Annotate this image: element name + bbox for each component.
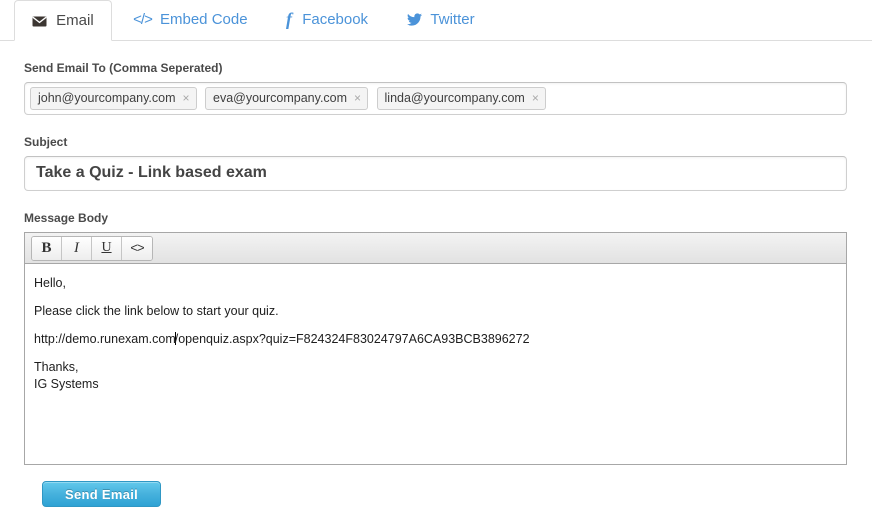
bold-button[interactable]: B	[32, 237, 62, 260]
tab-embed-code[interactable]: </> Embed Code	[116, 0, 264, 40]
message-body-label: Message Body	[24, 211, 109, 225]
format-button-group: B I U <>	[31, 236, 153, 261]
underline-button[interactable]: U	[92, 237, 122, 260]
send-email-button[interactable]: Send Email	[42, 481, 162, 507]
recipient-token[interactable]: eva@yourcompany.com ×	[205, 87, 369, 110]
tab-facebook[interactable]: f Facebook	[269, 0, 385, 40]
message-body-group: Message Body B I U <> Hello, Please click t…	[16, 211, 856, 465]
twitter-icon	[406, 13, 422, 26]
subject-field-box[interactable]: Take a Quiz - Link based exam	[24, 156, 847, 191]
recipient-token-label: eva@yourcompany.com	[213, 91, 348, 105]
source-button[interactable]: <>	[122, 237, 152, 260]
rich-text-editor: B I U <> Hello, Please click the link below…	[24, 232, 847, 465]
tab-twitter[interactable]: Twitter	[390, 0, 492, 40]
message-line-link: http://demo.runexam.com/openquiz.aspx?qu…	[34, 331, 836, 348]
form-actions: Send Email	[16, 465, 856, 507]
message-line-signoff: Thanks, IG Systems	[34, 359, 836, 393]
email-share-panel: Email </> Embed Code f Facebook Twitter …	[0, 0, 872, 512]
envelope-icon	[32, 16, 47, 27]
share-tabs: Email </> Embed Code f Facebook Twitter	[0, 0, 872, 41]
signoff-text: Thanks,	[34, 360, 79, 374]
tab-facebook-label: Facebook	[302, 11, 369, 28]
tab-email[interactable]: Email	[14, 0, 112, 41]
email-form: Send Email To (Comma Seperated) john@you…	[0, 61, 872, 507]
remove-recipient-icon[interactable]: ×	[354, 91, 361, 105]
recipients-label: Send Email To (Comma Seperated)	[24, 61, 223, 75]
quiz-link-before-caret: http://demo.runexam.com	[34, 332, 176, 346]
code-icon: </>	[133, 11, 153, 28]
subject-group: Subject Take a Quiz - Link based exam	[16, 135, 856, 191]
recipient-token-label: linda@yourcompany.com	[384, 91, 525, 105]
message-body-input[interactable]: Hello, Please click the link below to st…	[25, 264, 846, 464]
tab-twitter-label: Twitter	[430, 11, 475, 28]
quiz-link-after-caret: /openquiz.aspx?quiz=F824324F83024797A6CA…	[174, 332, 530, 346]
recipients-field[interactable]: john@yourcompany.com × eva@yourcompany.co…	[24, 82, 847, 115]
recipients-group: Send Email To (Comma Seperated) john@you…	[16, 61, 856, 115]
recipients-token-list[interactable]: john@yourcompany.com × eva@yourcompany.co…	[25, 83, 846, 114]
recipient-token[interactable]: linda@yourcompany.com ×	[376, 87, 546, 110]
recipient-token[interactable]: john@yourcompany.com ×	[30, 87, 197, 110]
editor-toolbar: B I U <>	[25, 233, 846, 264]
italic-button[interactable]: I	[62, 237, 92, 260]
message-line-greeting: Hello,	[34, 276, 66, 290]
subject-label: Subject	[24, 135, 68, 149]
tab-email-label: Email	[56, 12, 94, 29]
tab-embed-code-label: Embed Code	[160, 11, 248, 28]
remove-recipient-icon[interactable]: ×	[183, 91, 190, 105]
message-line-instruction: Please click the link below to start you…	[34, 304, 279, 318]
facebook-icon: f	[286, 9, 293, 29]
subject-input[interactable]: Take a Quiz - Link based exam	[25, 157, 846, 190]
remove-recipient-icon[interactable]: ×	[532, 91, 539, 105]
signature-text: IG Systems	[34, 377, 99, 391]
recipient-token-label: john@yourcompany.com	[38, 91, 176, 105]
